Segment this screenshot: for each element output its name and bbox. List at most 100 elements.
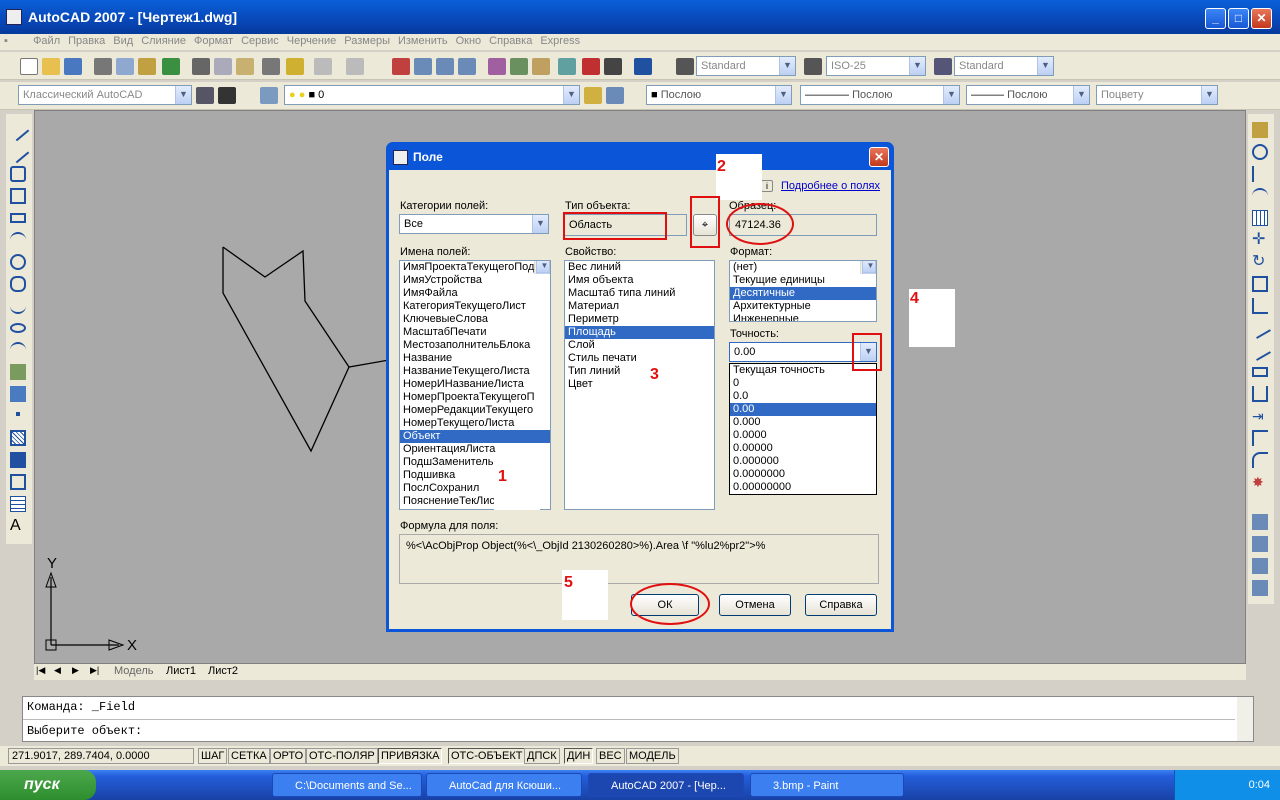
table-style-select[interactable]: Standard	[959, 60, 1004, 72]
precision-option[interactable]: 0.00000	[730, 442, 876, 455]
globe-icon[interactable]	[162, 58, 180, 75]
markup-icon[interactable]	[582, 58, 600, 75]
insert-block-icon[interactable]	[10, 364, 26, 380]
scroll-down-icon[interactable]: ▼	[536, 261, 550, 273]
menu-item[interactable]: Файл	[29, 34, 64, 48]
help-button[interactable]: Справка	[805, 594, 877, 616]
property-item[interactable]: Цвет	[565, 378, 714, 391]
ellipse-icon[interactable]	[10, 323, 26, 333]
circle-icon[interactable]	[10, 254, 26, 270]
sun-icon[interactable]: ●	[299, 89, 306, 101]
menu-item[interactable]: Изменить	[394, 34, 452, 48]
field-name-item[interactable]: КатегорияТекущегоЛист	[400, 300, 550, 313]
taskbar-item-paint[interactable]: 3.bmp - Paint	[750, 773, 904, 797]
clock[interactable]: 0:04	[1249, 779, 1270, 791]
chevron-down-icon[interactable]: ▼	[1037, 57, 1053, 75]
match-properties-icon[interactable]	[262, 58, 280, 75]
mirror-icon[interactable]	[1252, 166, 1268, 182]
chevron-down-icon[interactable]: ▼	[943, 86, 959, 104]
status-toggle[interactable]: ОТС-ПОЛЯР	[306, 748, 378, 764]
save-icon[interactable]	[64, 58, 82, 75]
menu-item[interactable]: Express	[536, 34, 584, 48]
field-name-item[interactable]: КлючевыеСлова	[400, 313, 550, 326]
draworder-under-icon[interactable]	[1252, 580, 1268, 596]
break-at-point-icon[interactable]	[1252, 367, 1268, 377]
pan-icon[interactable]	[392, 58, 410, 75]
help-icon[interactable]	[634, 58, 652, 75]
rectangle-icon[interactable]	[10, 213, 26, 223]
plotstyle-select[interactable]: Поцвету	[1101, 89, 1143, 101]
field-name-item[interactable]: МасштабПечати	[400, 326, 550, 339]
zoom-window-icon[interactable]	[436, 58, 454, 75]
break-icon[interactable]	[1252, 386, 1268, 402]
workspace-select[interactable]: Классический AutoCAD	[23, 89, 142, 101]
status-toggle[interactable]: СЕТКА	[228, 748, 270, 764]
table-style-icon[interactable]	[934, 58, 952, 75]
field-name-item[interactable]: Объект	[400, 430, 550, 443]
property-item[interactable]: Имя объекта	[565, 274, 714, 287]
zoom-realtime-icon[interactable]	[414, 58, 432, 75]
design-center-icon[interactable]	[510, 58, 528, 75]
menu-item[interactable]: Размеры	[340, 34, 394, 48]
table-icon[interactable]	[10, 496, 26, 512]
property-item[interactable]: Периметр	[565, 313, 714, 326]
undo-icon[interactable]	[314, 58, 332, 75]
preview-icon[interactable]	[116, 58, 134, 75]
format-item[interactable]: Архитектурные	[730, 300, 876, 313]
format-item[interactable]: (нет)	[730, 261, 876, 274]
text-style-icon[interactable]	[676, 58, 694, 75]
scroll-down-icon[interactable]: ▼	[862, 261, 876, 273]
layer-previous-icon[interactable]	[606, 87, 624, 104]
chamfer-icon[interactable]	[1252, 430, 1268, 446]
layer-manager-icon[interactable]	[260, 87, 278, 104]
field-name-item[interactable]: Название	[400, 352, 550, 365]
precision-option[interactable]: 0	[730, 377, 876, 390]
format-scrollbar[interactable]: ▲▼	[860, 261, 876, 274]
next-tab-icon[interactable]: ▶	[72, 665, 79, 676]
gradient-icon[interactable]	[10, 452, 26, 468]
field-names-scrollbar[interactable]: ▲▼	[534, 261, 550, 274]
publish-icon[interactable]	[138, 58, 156, 75]
mtext-icon[interactable]: A	[10, 518, 26, 534]
polygon-icon[interactable]	[10, 188, 26, 204]
stretch-icon[interactable]	[1252, 298, 1268, 314]
doc-icon[interactable]: ▪	[0, 34, 26, 48]
precision-option[interactable]: 0.000000	[730, 455, 876, 468]
property-item[interactable]: Масштаб типа линий	[565, 287, 714, 300]
calculator-icon[interactable]	[604, 58, 622, 75]
start-button[interactable]: пуск	[0, 770, 96, 800]
field-name-item[interactable]: ИмяУстройства	[400, 274, 550, 287]
property-list[interactable]: Вес линий Имя объекта Масштаб типа линий Ма…	[564, 260, 715, 510]
field-name-item[interactable]: ИмяПроектаТекущегоПод	[400, 261, 550, 274]
property-item[interactable]: Материал	[565, 300, 714, 313]
field-name-item[interactable]: ИмяФайла	[400, 287, 550, 300]
make-block-icon[interactable]	[10, 386, 26, 402]
precision-option[interactable]: 0.00000000	[730, 481, 876, 494]
menu-item[interactable]: Слияние	[137, 34, 190, 48]
field-name-item[interactable]: НомерПроектаТекущегоП	[400, 391, 550, 404]
menu-item[interactable]: Сервис	[237, 34, 283, 48]
dim-style-select[interactable]: ISO-25	[831, 60, 866, 72]
region-outline-left[interactable]	[222, 247, 350, 453]
rotate-icon[interactable]: ↻	[1252, 254, 1268, 270]
tab-model[interactable]: Модель	[114, 665, 153, 677]
first-tab-icon[interactable]: |◀	[36, 665, 45, 676]
tab-layout2[interactable]: Лист2	[208, 665, 238, 677]
status-toggle[interactable]: ОТС-ОБЪЕКТ	[448, 748, 526, 764]
revision-cloud-icon[interactable]	[10, 276, 26, 292]
explode-icon[interactable]: ✸	[1252, 474, 1268, 490]
light-bulb-icon[interactable]: ●	[289, 89, 296, 101]
trim-icon[interactable]	[1249, 317, 1271, 339]
block-editor-icon[interactable]	[286, 58, 304, 75]
field-name-item[interactable]: ОриентацияЛиста	[400, 443, 550, 456]
taskbar-item-autocad[interactable]: AutoCAD 2007 - [Чер...	[588, 773, 744, 797]
field-name-item[interactable]: НазваниеТекущегоЛиста	[400, 365, 550, 378]
line-icon[interactable]	[6, 118, 30, 142]
scale-icon[interactable]	[1252, 276, 1268, 292]
status-toggle[interactable]: ОРТО	[270, 748, 307, 764]
format-item[interactable]: Инженерные	[730, 313, 876, 321]
menu-item[interactable]: Окно	[452, 34, 486, 48]
status-toggle[interactable]: ПРИВЯЗКА	[378, 748, 443, 764]
menu-item[interactable]: Вид	[109, 34, 137, 48]
construction-line-icon[interactable]	[6, 140, 30, 164]
